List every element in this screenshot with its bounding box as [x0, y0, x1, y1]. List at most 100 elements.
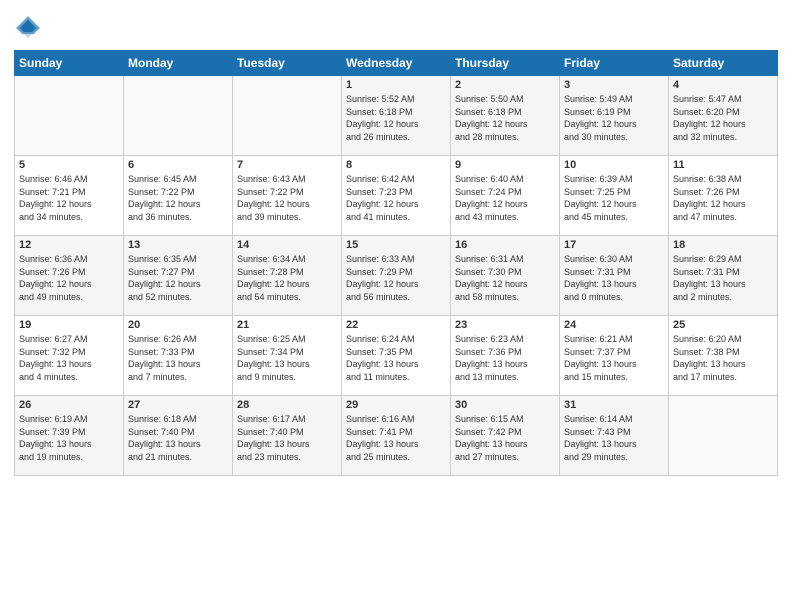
day-info: Sunrise: 6:36 AM Sunset: 7:26 PM Dayligh…	[19, 253, 119, 303]
day-info: Sunrise: 6:26 AM Sunset: 7:33 PM Dayligh…	[128, 333, 228, 383]
day-number: 11	[673, 159, 773, 171]
day-info: Sunrise: 6:30 AM Sunset: 7:31 PM Dayligh…	[564, 253, 664, 303]
day-info: Sunrise: 6:33 AM Sunset: 7:29 PM Dayligh…	[346, 253, 446, 303]
day-number: 8	[346, 159, 446, 171]
day-number: 21	[237, 319, 337, 331]
day-info: Sunrise: 6:24 AM Sunset: 7:35 PM Dayligh…	[346, 333, 446, 383]
calendar-cell: 2Sunrise: 5:50 AM Sunset: 6:18 PM Daylig…	[451, 76, 560, 156]
calendar-cell	[124, 76, 233, 156]
calendar-cell: 11 Sunrise: 6:38 AM Sunset: 7:26 PM Dayli…	[669, 156, 778, 236]
day-number: 3	[564, 79, 664, 91]
day-number: 2	[455, 79, 555, 91]
calendar-cell: 12 Sunrise: 6:36 AM Sunset: 7:26 PM Dayli…	[15, 236, 124, 316]
day-number: 9	[455, 159, 555, 171]
calendar-cell: 30 Sunrise: 6:15 AM Sunset: 7:42 PM Dayli…	[451, 396, 560, 476]
day-number: 24	[564, 319, 664, 331]
calendar-cell: 13 Sunrise: 6:35 AM Sunset: 7:27 PM Dayli…	[124, 236, 233, 316]
calendar-cell: 21 Sunrise: 6:25 AM Sunset: 7:34 PM Dayli…	[233, 316, 342, 396]
calendar-cell: 22 Sunrise: 6:24 AM Sunset: 7:35 PM Dayli…	[342, 316, 451, 396]
calendar-cell: 19 Sunrise: 6:27 AM Sunset: 7:32 PM Dayli…	[15, 316, 124, 396]
day-info: Sunrise: 6:38 AM Sunset: 7:26 PM Dayligh…	[673, 173, 773, 223]
day-number: 19	[19, 319, 119, 331]
day-number: 20	[128, 319, 228, 331]
calendar-week-row: 1 Sunrise: 5:52 AM Sunset: 6:18 PM Daylig…	[15, 76, 778, 156]
day-info: Sunrise: 6:16 AM Sunset: 7:41 PM Dayligh…	[346, 413, 446, 463]
col-monday: Monday	[124, 51, 233, 76]
day-number: 18	[673, 239, 773, 251]
calendar-cell: 14 Sunrise: 6:34 AM Sunset: 7:28 PM Dayli…	[233, 236, 342, 316]
col-saturday: Saturday	[669, 51, 778, 76]
day-number: 22	[346, 319, 446, 331]
day-number: 27	[128, 399, 228, 411]
day-info: Sunrise: 6:27 AM Sunset: 7:32 PM Dayligh…	[19, 333, 119, 383]
day-number: 4	[673, 79, 773, 91]
day-number: 25	[673, 319, 773, 331]
calendar-week-row: 26 Sunrise: 6:19 AM Sunset: 7:39 PM Dayli…	[15, 396, 778, 476]
day-info: Sunrise: 6:35 AM Sunset: 7:27 PM Dayligh…	[128, 253, 228, 303]
day-number: 12	[19, 239, 119, 251]
calendar-cell: 17 Sunrise: 6:30 AM Sunset: 7:31 PM Dayli…	[560, 236, 669, 316]
day-info: Sunrise: 5:47 AM Sunset: 6:20 PM Dayligh…	[673, 93, 773, 143]
calendar-cell	[233, 76, 342, 156]
calendar-cell: 6Sunrise: 6:45 AM Sunset: 7:22 PM Daylig…	[124, 156, 233, 236]
calendar-cell: 8 Sunrise: 6:42 AM Sunset: 7:23 PM Daylig…	[342, 156, 451, 236]
day-info: Sunrise: 6:21 AM Sunset: 7:37 PM Dayligh…	[564, 333, 664, 383]
day-number: 30	[455, 399, 555, 411]
calendar-cell: 7 Sunrise: 6:43 AM Sunset: 7:22 PM Daylig…	[233, 156, 342, 236]
calendar-cell: 4 Sunrise: 5:47 AM Sunset: 6:20 PM Daylig…	[669, 76, 778, 156]
day-info: Sunrise: 6:39 AM Sunset: 7:25 PM Dayligh…	[564, 173, 664, 223]
day-number: 31	[564, 399, 664, 411]
logo	[14, 14, 46, 42]
calendar-cell: 16 Sunrise: 6:31 AM Sunset: 7:30 PM Dayli…	[451, 236, 560, 316]
day-info: Sunrise: 6:19 AM Sunset: 7:39 PM Dayligh…	[19, 413, 119, 463]
day-info: Sunrise: 6:31 AM Sunset: 7:30 PM Dayligh…	[455, 253, 555, 303]
calendar-cell: 27 Sunrise: 6:18 AM Sunset: 7:40 PM Dayli…	[124, 396, 233, 476]
col-wednesday: Wednesday	[342, 51, 451, 76]
day-number: 10	[564, 159, 664, 171]
day-info: Sunrise: 6:40 AM Sunset: 7:24 PM Dayligh…	[455, 173, 555, 223]
calendar-cell: 15 Sunrise: 6:33 AM Sunset: 7:29 PM Dayli…	[342, 236, 451, 316]
day-info: Sunrise: 6:25 AM Sunset: 7:34 PM Dayligh…	[237, 333, 337, 383]
day-number: 15	[346, 239, 446, 251]
day-info: Sunrise: 6:15 AM Sunset: 7:42 PM Dayligh…	[455, 413, 555, 463]
calendar-cell: 3 Sunrise: 5:49 AM Sunset: 6:19 PM Daylig…	[560, 76, 669, 156]
day-info: Sunrise: 5:52 AM Sunset: 6:18 PM Dayligh…	[346, 93, 446, 143]
header	[14, 10, 778, 42]
day-info: Sunrise: 6:17 AM Sunset: 7:40 PM Dayligh…	[237, 413, 337, 463]
col-friday: Friday	[560, 51, 669, 76]
day-info: Sunrise: 6:43 AM Sunset: 7:22 PM Dayligh…	[237, 173, 337, 223]
day-number: 6	[128, 159, 228, 171]
day-info: Sunrise: 5:49 AM Sunset: 6:19 PM Dayligh…	[564, 93, 664, 143]
day-number: 17	[564, 239, 664, 251]
calendar-cell: 18Sunrise: 6:29 AM Sunset: 7:31 PM Dayli…	[669, 236, 778, 316]
calendar-week-row: 12 Sunrise: 6:36 AM Sunset: 7:26 PM Dayli…	[15, 236, 778, 316]
calendar-cell: 1 Sunrise: 5:52 AM Sunset: 6:18 PM Daylig…	[342, 76, 451, 156]
calendar-cell	[15, 76, 124, 156]
col-tuesday: Tuesday	[233, 51, 342, 76]
day-info: Sunrise: 6:42 AM Sunset: 7:23 PM Dayligh…	[346, 173, 446, 223]
calendar-week-row: 19 Sunrise: 6:27 AM Sunset: 7:32 PM Dayli…	[15, 316, 778, 396]
calendar-table: Sunday Monday Tuesday Wednesday Thursday…	[14, 50, 778, 476]
calendar-cell: 31Sunrise: 6:14 AM Sunset: 7:43 PM Dayli…	[560, 396, 669, 476]
col-thursday: Thursday	[451, 51, 560, 76]
day-number: 28	[237, 399, 337, 411]
calendar-cell	[669, 396, 778, 476]
day-number: 14	[237, 239, 337, 251]
logo-icon	[14, 14, 42, 42]
day-info: Sunrise: 6:18 AM Sunset: 7:40 PM Dayligh…	[128, 413, 228, 463]
calendar-body: 1 Sunrise: 5:52 AM Sunset: 6:18 PM Daylig…	[15, 76, 778, 476]
calendar-cell: 29 Sunrise: 6:16 AM Sunset: 7:41 PM Dayli…	[342, 396, 451, 476]
calendar-cell: 10 Sunrise: 6:39 AM Sunset: 7:25 PM Dayli…	[560, 156, 669, 236]
day-info: Sunrise: 6:23 AM Sunset: 7:36 PM Dayligh…	[455, 333, 555, 383]
day-number: 26	[19, 399, 119, 411]
day-number: 5	[19, 159, 119, 171]
page-container: Sunday Monday Tuesday Wednesday Thursday…	[0, 0, 792, 612]
calendar-cell: 23Sunrise: 6:23 AM Sunset: 7:36 PM Dayli…	[451, 316, 560, 396]
day-number: 16	[455, 239, 555, 251]
day-number: 29	[346, 399, 446, 411]
day-number: 13	[128, 239, 228, 251]
day-number: 7	[237, 159, 337, 171]
day-number: 1	[346, 79, 446, 91]
day-info: Sunrise: 6:34 AM Sunset: 7:28 PM Dayligh…	[237, 253, 337, 303]
calendar-cell: 5Sunrise: 6:46 AM Sunset: 7:21 PM Daylig…	[15, 156, 124, 236]
